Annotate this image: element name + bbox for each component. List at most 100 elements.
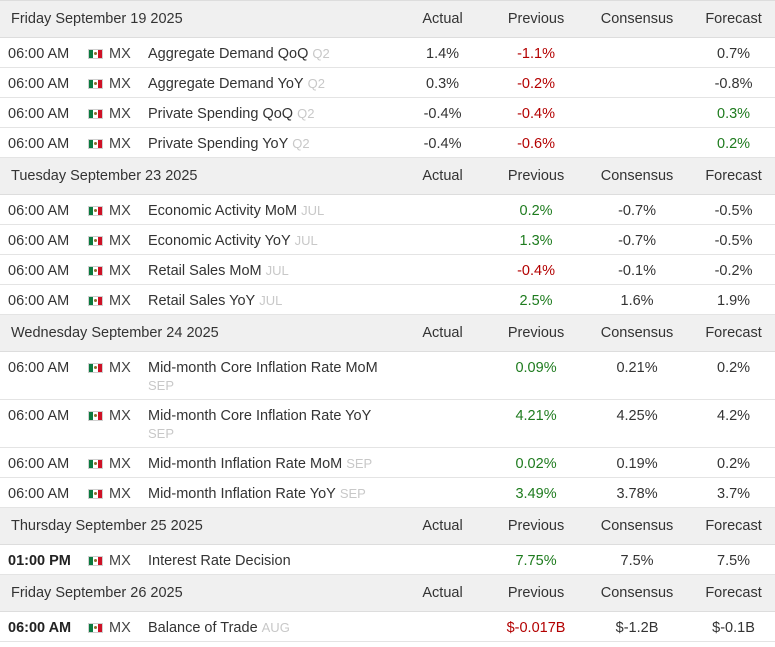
event-row[interactable]: 06:00 AM MX Mid-month Inflation Rate MoM SE… (0, 447, 775, 478)
event-name-link[interactable]: Private Spending QoQ (148, 106, 293, 122)
event-row[interactable]: 06:00 AM MX Aggregate Demand QoQ Q2 1.4% -1.1… (0, 37, 775, 68)
event-row[interactable]: 06:00 AM MX Retail Sales YoY JUL 2.5% 1.6% 1.9… (0, 284, 775, 315)
event-row[interactable]: 06:00 AM MX Private Spending QoQ Q2 -0.4% -0.… (0, 97, 775, 128)
forecast-value: -0.5% (692, 194, 775, 225)
actual-value (395, 351, 491, 400)
consensus-value: 0.21% (582, 351, 693, 400)
country-cell: MX (80, 127, 140, 158)
actual-value (395, 284, 491, 315)
event-name-link[interactable]: Retail Sales YoY (148, 293, 255, 309)
consensus-value (582, 97, 693, 128)
reference-period: JUL (259, 293, 283, 308)
country-cell: MX (80, 97, 140, 128)
event-row[interactable]: 06:00 AM MX Economic Activity YoY JUL 1.3% -0… (0, 224, 775, 255)
country-code: MX (109, 408, 131, 424)
previous-value: 2.5% (490, 284, 583, 315)
forecast-value: 0.2% (692, 127, 775, 158)
event-name-link[interactable]: Mid-month Inflation Rate YoY (148, 486, 336, 502)
event-time: 06:00 AM (0, 351, 80, 400)
event-row[interactable]: 06:00 AM MX Aggregate Demand YoY Q2 0.3% -0.2… (0, 67, 775, 98)
event-name-link[interactable]: Mid-month Core Inflation Rate MoM (148, 360, 378, 376)
forecast-value: 0.2% (692, 447, 775, 478)
mexico-flag-icon (88, 236, 103, 246)
event-row[interactable]: 06:00 AM MX Retail Sales MoM JUL -0.4% -0.1% -… (0, 254, 775, 285)
event-time: 06:00 AM (0, 97, 80, 128)
column-header-consensus: Consensus (582, 0, 693, 38)
event-name-link[interactable]: Interest Rate Decision (148, 553, 291, 569)
event-row[interactable]: 06:00 AM MX Mid-month Core Inflation Rate … (0, 399, 775, 448)
column-header-forecast: Forecast (692, 507, 775, 545)
event-name-link[interactable]: Aggregate Demand QoQ (148, 46, 308, 62)
day-date: Friday September 19 2025 (0, 0, 396, 38)
event-name-link[interactable]: Economic Activity MoM (148, 203, 297, 219)
forecast-value: 0.7% (692, 37, 775, 68)
forecast-value: 1.9% (692, 284, 775, 315)
economic-calendar-table: Friday September 19 2025 Actual Previous Co… (0, 0, 775, 642)
event-name-link[interactable]: Mid-month Inflation Rate MoM (148, 456, 342, 472)
previous-value: 1.3% (490, 224, 583, 255)
event-time: 06:00 AM (0, 399, 80, 448)
forecast-value: 4.2% (692, 399, 775, 448)
event-row[interactable]: 06:00 AM MX Mid-month Core Inflation Rate … (0, 351, 775, 400)
event-name-link[interactable]: Retail Sales MoM (148, 263, 262, 279)
event-time: 06:00 AM (0, 447, 80, 478)
country-code: MX (109, 553, 131, 569)
event-name-link[interactable]: Balance of Trade (148, 620, 258, 636)
event-name-cell: Balance of Trade AUG (140, 611, 396, 642)
mexico-flag-icon (88, 206, 103, 216)
country-cell: MX (80, 611, 140, 642)
country-code: MX (109, 233, 131, 249)
event-name-cell: Mid-month Inflation Rate MoM SEP (140, 447, 396, 478)
country-code: MX (109, 76, 131, 92)
event-name-cell: Mid-month Core Inflation Rate YoY SEP (140, 399, 396, 448)
event-name-link[interactable]: Economic Activity YoY (148, 233, 291, 249)
actual-value: 0.3% (395, 67, 491, 98)
consensus-value: -0.7% (582, 194, 693, 225)
forecast-value: 0.2% (692, 351, 775, 400)
consensus-value (582, 127, 693, 158)
event-row[interactable]: 06:00 AM MX Mid-month Inflation Rate YoY SE… (0, 477, 775, 508)
country-cell: MX (80, 194, 140, 225)
day-header-row: Friday September 19 2025 Actual Previous Co… (0, 0, 775, 38)
consensus-value: 0.19% (582, 447, 693, 478)
mexico-flag-icon (88, 363, 103, 373)
day-date: Wednesday September 24 2025 (0, 314, 396, 352)
mexico-flag-icon (88, 489, 103, 499)
event-time: 06:00 AM (0, 284, 80, 315)
previous-value: -0.4% (490, 97, 583, 128)
country-cell: MX (80, 254, 140, 285)
event-name-cell: Mid-month Core Inflation Rate MoM SEP (140, 351, 396, 400)
event-row[interactable]: 06:00 AM MX Private Spending YoY Q2 -0.4% -0.… (0, 127, 775, 158)
column-header-consensus: Consensus (582, 574, 693, 612)
event-name-link[interactable]: Mid-month Core Inflation Rate YoY (148, 408, 371, 424)
event-name-cell: Economic Activity MoM JUL (140, 194, 396, 225)
day-header-row: Friday September 26 2025 Actual Previous Co… (0, 574, 775, 612)
consensus-value (582, 37, 693, 68)
forecast-value: 3.7% (692, 477, 775, 508)
forecast-value: -0.5% (692, 224, 775, 255)
column-header-actual: Actual (395, 0, 491, 38)
column-header-previous: Previous (490, 574, 583, 612)
reference-period: SEP (148, 426, 175, 441)
previous-value: 0.02% (490, 447, 583, 478)
consensus-value: 3.78% (582, 477, 693, 508)
event-row[interactable]: 06:00 AM MX Balance of Trade AUG $-0.017B $-1… (0, 611, 775, 642)
event-name-cell: Aggregate Demand YoY Q2 (140, 67, 396, 98)
event-row[interactable]: 06:00 AM MX Economic Activity MoM JUL 0.2% -0… (0, 194, 775, 225)
day-header-row: Thursday September 25 2025 Actual Previous… (0, 507, 775, 545)
reference-period: Q2 (307, 76, 325, 91)
event-row[interactable]: 01:00 PM MX Interest Rate Decision 7.75% 7.5… (0, 544, 775, 575)
country-cell: MX (80, 67, 140, 98)
country-code: MX (109, 486, 131, 502)
country-cell: MX (80, 399, 140, 448)
column-header-forecast: Forecast (692, 574, 775, 612)
column-header-forecast: Forecast (692, 157, 775, 195)
event-time: 06:00 AM (0, 224, 80, 255)
event-name-link[interactable]: Private Spending YoY (148, 136, 288, 152)
country-code: MX (109, 293, 131, 309)
column-header-previous: Previous (490, 157, 583, 195)
column-header-actual: Actual (395, 157, 491, 195)
forecast-value: $-0.1B (692, 611, 775, 642)
reference-period: Q2 (292, 136, 310, 151)
event-name-link[interactable]: Aggregate Demand YoY (148, 76, 304, 92)
